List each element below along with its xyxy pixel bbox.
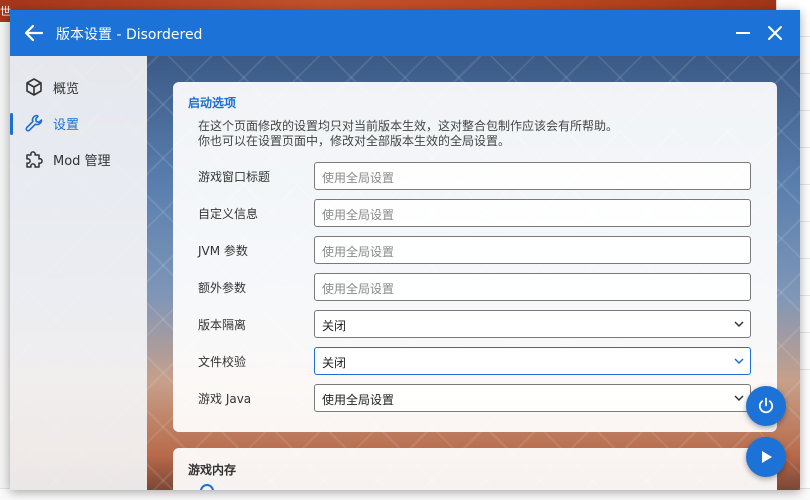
field-label: 额外参数: [198, 281, 247, 295]
minimize-icon[interactable]: [736, 32, 750, 34]
file-verify-row: 文件校验 关闭: [173, 347, 777, 375]
play-icon: [762, 451, 772, 463]
section-heading: 游戏内存: [188, 463, 237, 477]
cube-icon: [26, 78, 42, 96]
window-title-row: 游戏窗口标题 使用全局设置: [173, 162, 777, 190]
chevron-down-icon: [734, 321, 744, 328]
field-label: 自定义信息: [198, 207, 259, 221]
content-area: 概览 设置 Mod 管理 启动选项 在这个页面修改的设置均只对当前版本生效，这对…: [10, 56, 800, 490]
extra-args-row: 额外参数 使用全局设置: [173, 273, 777, 301]
sidebar-item-label: Mod 管理: [53, 154, 111, 169]
window-title: 版本设置 - Disordered: [56, 27, 203, 43]
game-memory-card: 游戏内存: [173, 448, 777, 490]
game-java-row: 游戏 Java 使用全局设置: [173, 384, 777, 412]
custom-info-row: 自定义信息 使用全局设置: [173, 199, 777, 227]
select-value: 使用全局设置: [322, 393, 395, 407]
section-description: 在这个页面修改的设置均只对当前版本生效，这对整合包制作应该会有所帮助。 你也可以…: [198, 119, 618, 149]
chevron-down-icon: [734, 358, 744, 365]
sidebar-item-mod-manage[interactable]: Mod 管理: [10, 143, 147, 175]
version-isolation-select[interactable]: 关闭: [314, 310, 751, 338]
file-verify-select[interactable]: 关闭: [314, 347, 751, 375]
title-bar[interactable]: 版本设置 - Disordered: [10, 10, 800, 56]
close-icon[interactable]: [766, 24, 784, 42]
description-line: 你也可以在设置页面中，修改对全部版本生效的全局设置。: [198, 134, 511, 148]
field-label: JVM 参数: [198, 244, 248, 258]
description-line: 在这个页面修改的设置均只对当前版本生效，这对整合包制作应该会有所帮助。: [198, 119, 619, 133]
window-title-input[interactable]: 使用全局设置: [314, 162, 751, 190]
active-indicator: [10, 113, 13, 135]
jvm-args-input[interactable]: 使用全局设置: [314, 236, 751, 264]
select-value: 关闭: [322, 319, 347, 333]
memory-radio[interactable]: [200, 484, 214, 490]
field-label: 版本隔离: [198, 318, 247, 332]
puzzle-icon: [26, 151, 43, 168]
field-label: 游戏 Java: [198, 392, 252, 406]
jvm-args-row: JVM 参数 使用全局设置: [173, 236, 777, 264]
launch-options-card: 启动选项 在这个页面修改的设置均只对当前版本生效，这对整合包制作应该会有所帮助。…: [173, 82, 777, 432]
select-value: 关闭: [322, 356, 347, 370]
back-arrow-icon[interactable]: [24, 23, 44, 43]
launch-button[interactable]: [746, 437, 786, 477]
wrench-icon: [25, 114, 43, 132]
sidebar-item-settings[interactable]: 设置: [10, 107, 147, 139]
sidebar-item-overview[interactable]: 概览: [10, 71, 147, 103]
version-settings-window: 版本设置 - Disordered 概览 设置 Mod 管理 启动选项 在这个页…: [10, 10, 800, 490]
field-label: 游戏窗口标题: [198, 170, 271, 184]
version-isolation-row: 版本隔离 关闭: [173, 310, 777, 338]
field-label: 文件校验: [198, 355, 247, 369]
power-icon: [758, 397, 774, 414]
extra-args-input[interactable]: 使用全局设置: [314, 273, 751, 301]
section-heading: 启动选项: [188, 96, 237, 110]
sidebar: 概览 设置 Mod 管理: [10, 56, 147, 490]
chevron-down-icon: [734, 395, 744, 402]
power-button[interactable]: [746, 386, 786, 426]
sidebar-item-label: 概览: [53, 82, 80, 97]
game-java-select[interactable]: 使用全局设置: [314, 384, 751, 412]
custom-info-input[interactable]: 使用全局设置: [314, 199, 751, 227]
sidebar-item-label: 设置: [53, 118, 80, 133]
